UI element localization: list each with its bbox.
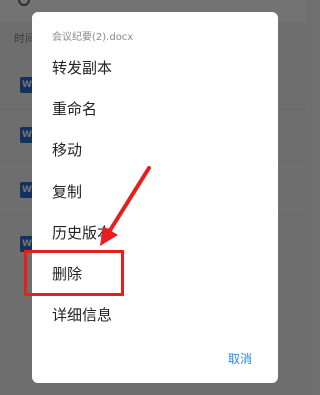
cancel-button[interactable]: 取消: [228, 350, 252, 367]
delete-highlight-box: [24, 250, 124, 296]
dialog-title: 会议纪要(2).docx: [52, 32, 134, 43]
file-options-dialog: 会议纪要(2).docx 转发副本 重命名 移动 复制 历史版本 删除 详细信息…: [32, 12, 278, 383]
menu-item-rename[interactable]: 重命名: [52, 98, 97, 120]
menu-item-move[interactable]: 移动: [52, 139, 82, 161]
menu-item-forward-copy[interactable]: 转发副本: [52, 57, 112, 79]
menu-item-history-versions[interactable]: 历史版本: [52, 222, 112, 244]
menu-item-copy[interactable]: 复制: [52, 181, 82, 203]
menu-item-details[interactable]: 详细信息: [52, 304, 112, 326]
